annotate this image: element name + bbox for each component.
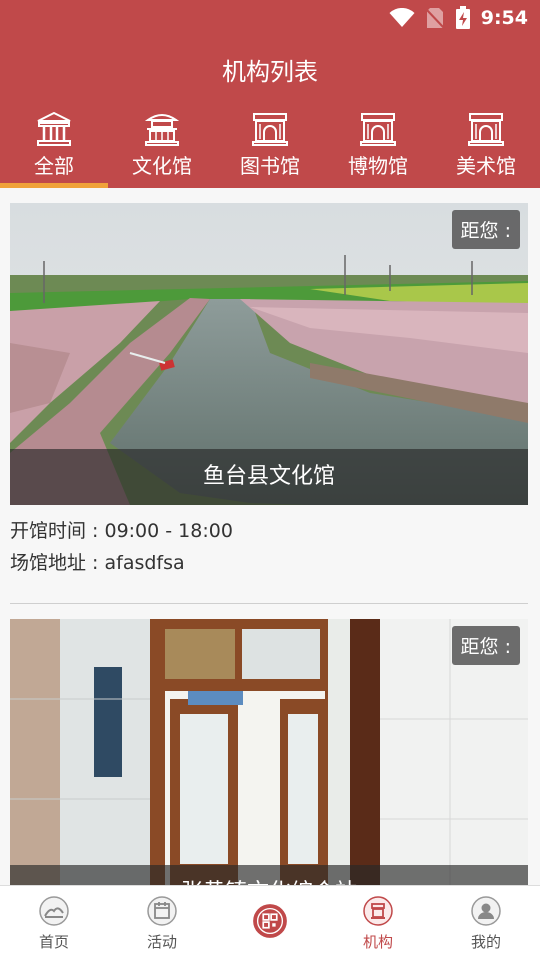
museum-icon — [360, 113, 396, 146]
tab-museum[interactable]: 博物馆 — [324, 112, 432, 188]
tab-library[interactable]: 图书馆 — [216, 112, 324, 188]
app-header: 9:54 机构列表 全部 文化馆 图书馆 博物馆 美术馆 — [0, 0, 540, 188]
library-icon — [252, 113, 288, 146]
doorway-image — [10, 619, 528, 885]
institution-card[interactable]: 距您 : 鱼台县文化馆 开馆时间 : 09:00 - 18:00 场馆地址 : … — [10, 203, 528, 605]
institution-icon — [363, 895, 393, 926]
institution-photo[interactable]: 距您 : 鱼台县文化馆 — [10, 203, 528, 505]
institution-photo[interactable]: 距您 : 张黄镇文化综合站 — [10, 619, 528, 885]
venue-address: 场馆地址 : afasdfsa — [10, 552, 185, 574]
nav-institution[interactable]: 机构 — [324, 886, 432, 960]
tab-label: 博物馆 — [348, 154, 408, 178]
nav-label: 机构 — [362, 932, 393, 951]
nav-label: 活动 — [146, 932, 177, 951]
user-icon — [471, 895, 501, 926]
opening-hours: 开馆时间 : 09:00 - 18:00 — [10, 520, 233, 542]
institution-name: 张黄镇文化综合站 — [10, 865, 528, 885]
qr-code-icon — [253, 904, 287, 938]
distance-badge: 距您 : — [451, 626, 520, 665]
battery-charging-icon — [455, 6, 470, 29]
institution-list[interactable]: 距您 : 鱼台县文化馆 开馆时间 : 09:00 - 18:00 场馆地址 : … — [0, 188, 540, 885]
institution-card[interactable]: 距您 : 张黄镇文化综合站 — [10, 619, 528, 885]
pagoda-icon — [144, 114, 180, 146]
institution-info: 开馆时间 : 09:00 - 18:00 场馆地址 : afasdfsa — [10, 515, 528, 579]
calendar-icon — [147, 895, 177, 926]
status-icons: 9:54 — [389, 6, 528, 30]
no-sim-icon — [425, 8, 445, 29]
tab-all[interactable]: 全部 — [0, 112, 108, 188]
gallery-icon — [468, 113, 504, 146]
nav-profile[interactable]: 我的 — [432, 886, 540, 960]
nav-scan[interactable] — [216, 886, 324, 960]
nav-activity[interactable]: 活动 — [108, 886, 216, 960]
nav-label: 我的 — [470, 932, 501, 951]
tab-label: 全部 — [34, 154, 74, 178]
divider — [10, 603, 528, 604]
page-title: 机构列表 — [222, 58, 318, 86]
institution-name: 鱼台县文化馆 — [10, 449, 528, 505]
tab-label: 文化馆 — [132, 154, 192, 178]
bottom-navigation: 首页 活动 机构 我的 — [0, 885, 540, 960]
home-icon — [39, 895, 69, 926]
tab-label: 图书馆 — [240, 154, 300, 178]
status-bar: 9:54 — [0, 0, 540, 36]
status-time: 9:54 — [480, 7, 528, 29]
tab-art-gallery[interactable]: 美术馆 — [432, 112, 540, 188]
tab-culture-center[interactable]: 文化馆 — [108, 112, 216, 188]
tab-label: 美术馆 — [456, 154, 516, 178]
category-tabs: 全部 文化馆 图书馆 博物馆 美术馆 — [0, 112, 540, 188]
wifi-icon — [389, 8, 415, 27]
distance-badge: 距您 : — [451, 210, 520, 249]
nav-label: 首页 — [38, 932, 69, 951]
building-icon — [37, 112, 71, 146]
nav-home[interactable]: 首页 — [0, 886, 108, 960]
